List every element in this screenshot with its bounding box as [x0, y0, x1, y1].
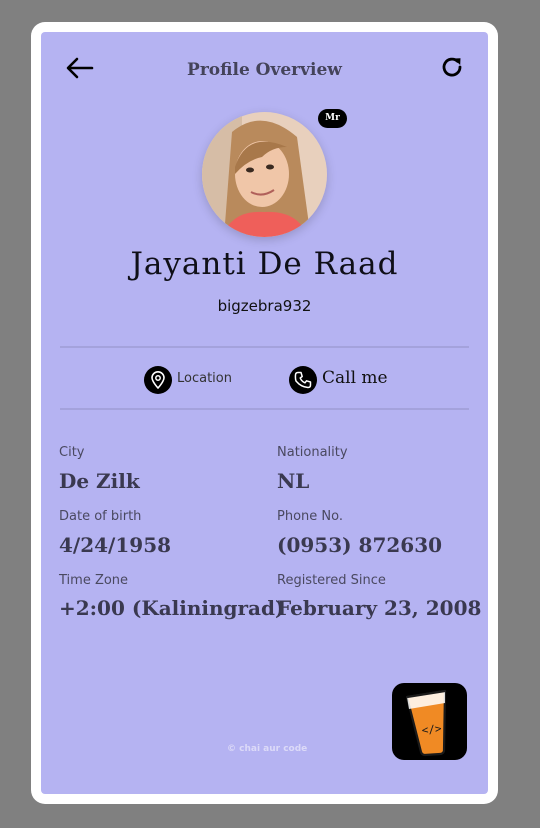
location-label[interactable]: Location	[177, 371, 232, 386]
timezone-label: Time Zone	[59, 573, 129, 588]
dob-label: Date of birth	[59, 509, 142, 524]
timezone-value: +2:00 (Kaliningrad)	[59, 596, 285, 620]
city-value: De Zilk	[59, 469, 140, 493]
city-label: City	[59, 445, 85, 460]
profile-card: Profile Overview Mr Jayanti De Raad bigz…	[41, 32, 488, 794]
phone-icon	[294, 371, 312, 389]
dob-value: 4/24/1958	[59, 533, 172, 557]
divider	[60, 408, 469, 410]
call-label[interactable]: Call me	[322, 368, 388, 388]
divider	[60, 346, 469, 348]
nationality-value: NL	[277, 469, 310, 493]
title-badge: Mr	[318, 109, 347, 128]
refresh-button[interactable]	[439, 54, 465, 80]
chai-glass-code-icon: </>	[405, 689, 447, 757]
profile-name: Jayanti De Raad	[130, 246, 399, 282]
svg-text:</>: </>	[421, 722, 442, 737]
nationality-label: Nationality	[277, 445, 348, 460]
avatar	[202, 112, 327, 237]
username: bigzebra932	[217, 297, 312, 315]
map-pin-icon	[151, 371, 165, 389]
phone-label: Phone No.	[277, 509, 343, 524]
refresh-icon	[442, 57, 462, 77]
registered-label: Registered Since	[277, 573, 386, 588]
phone-value: (0953) 872630	[277, 533, 443, 557]
registered-value: February 23, 2008	[277, 596, 482, 620]
footer-credit: © chai aur code	[227, 744, 308, 754]
page-title: Profile Overview	[187, 60, 342, 80]
chai-aur-code-logo-button[interactable]: </>	[392, 683, 467, 760]
location-button[interactable]	[144, 366, 172, 394]
call-button[interactable]	[289, 366, 317, 394]
